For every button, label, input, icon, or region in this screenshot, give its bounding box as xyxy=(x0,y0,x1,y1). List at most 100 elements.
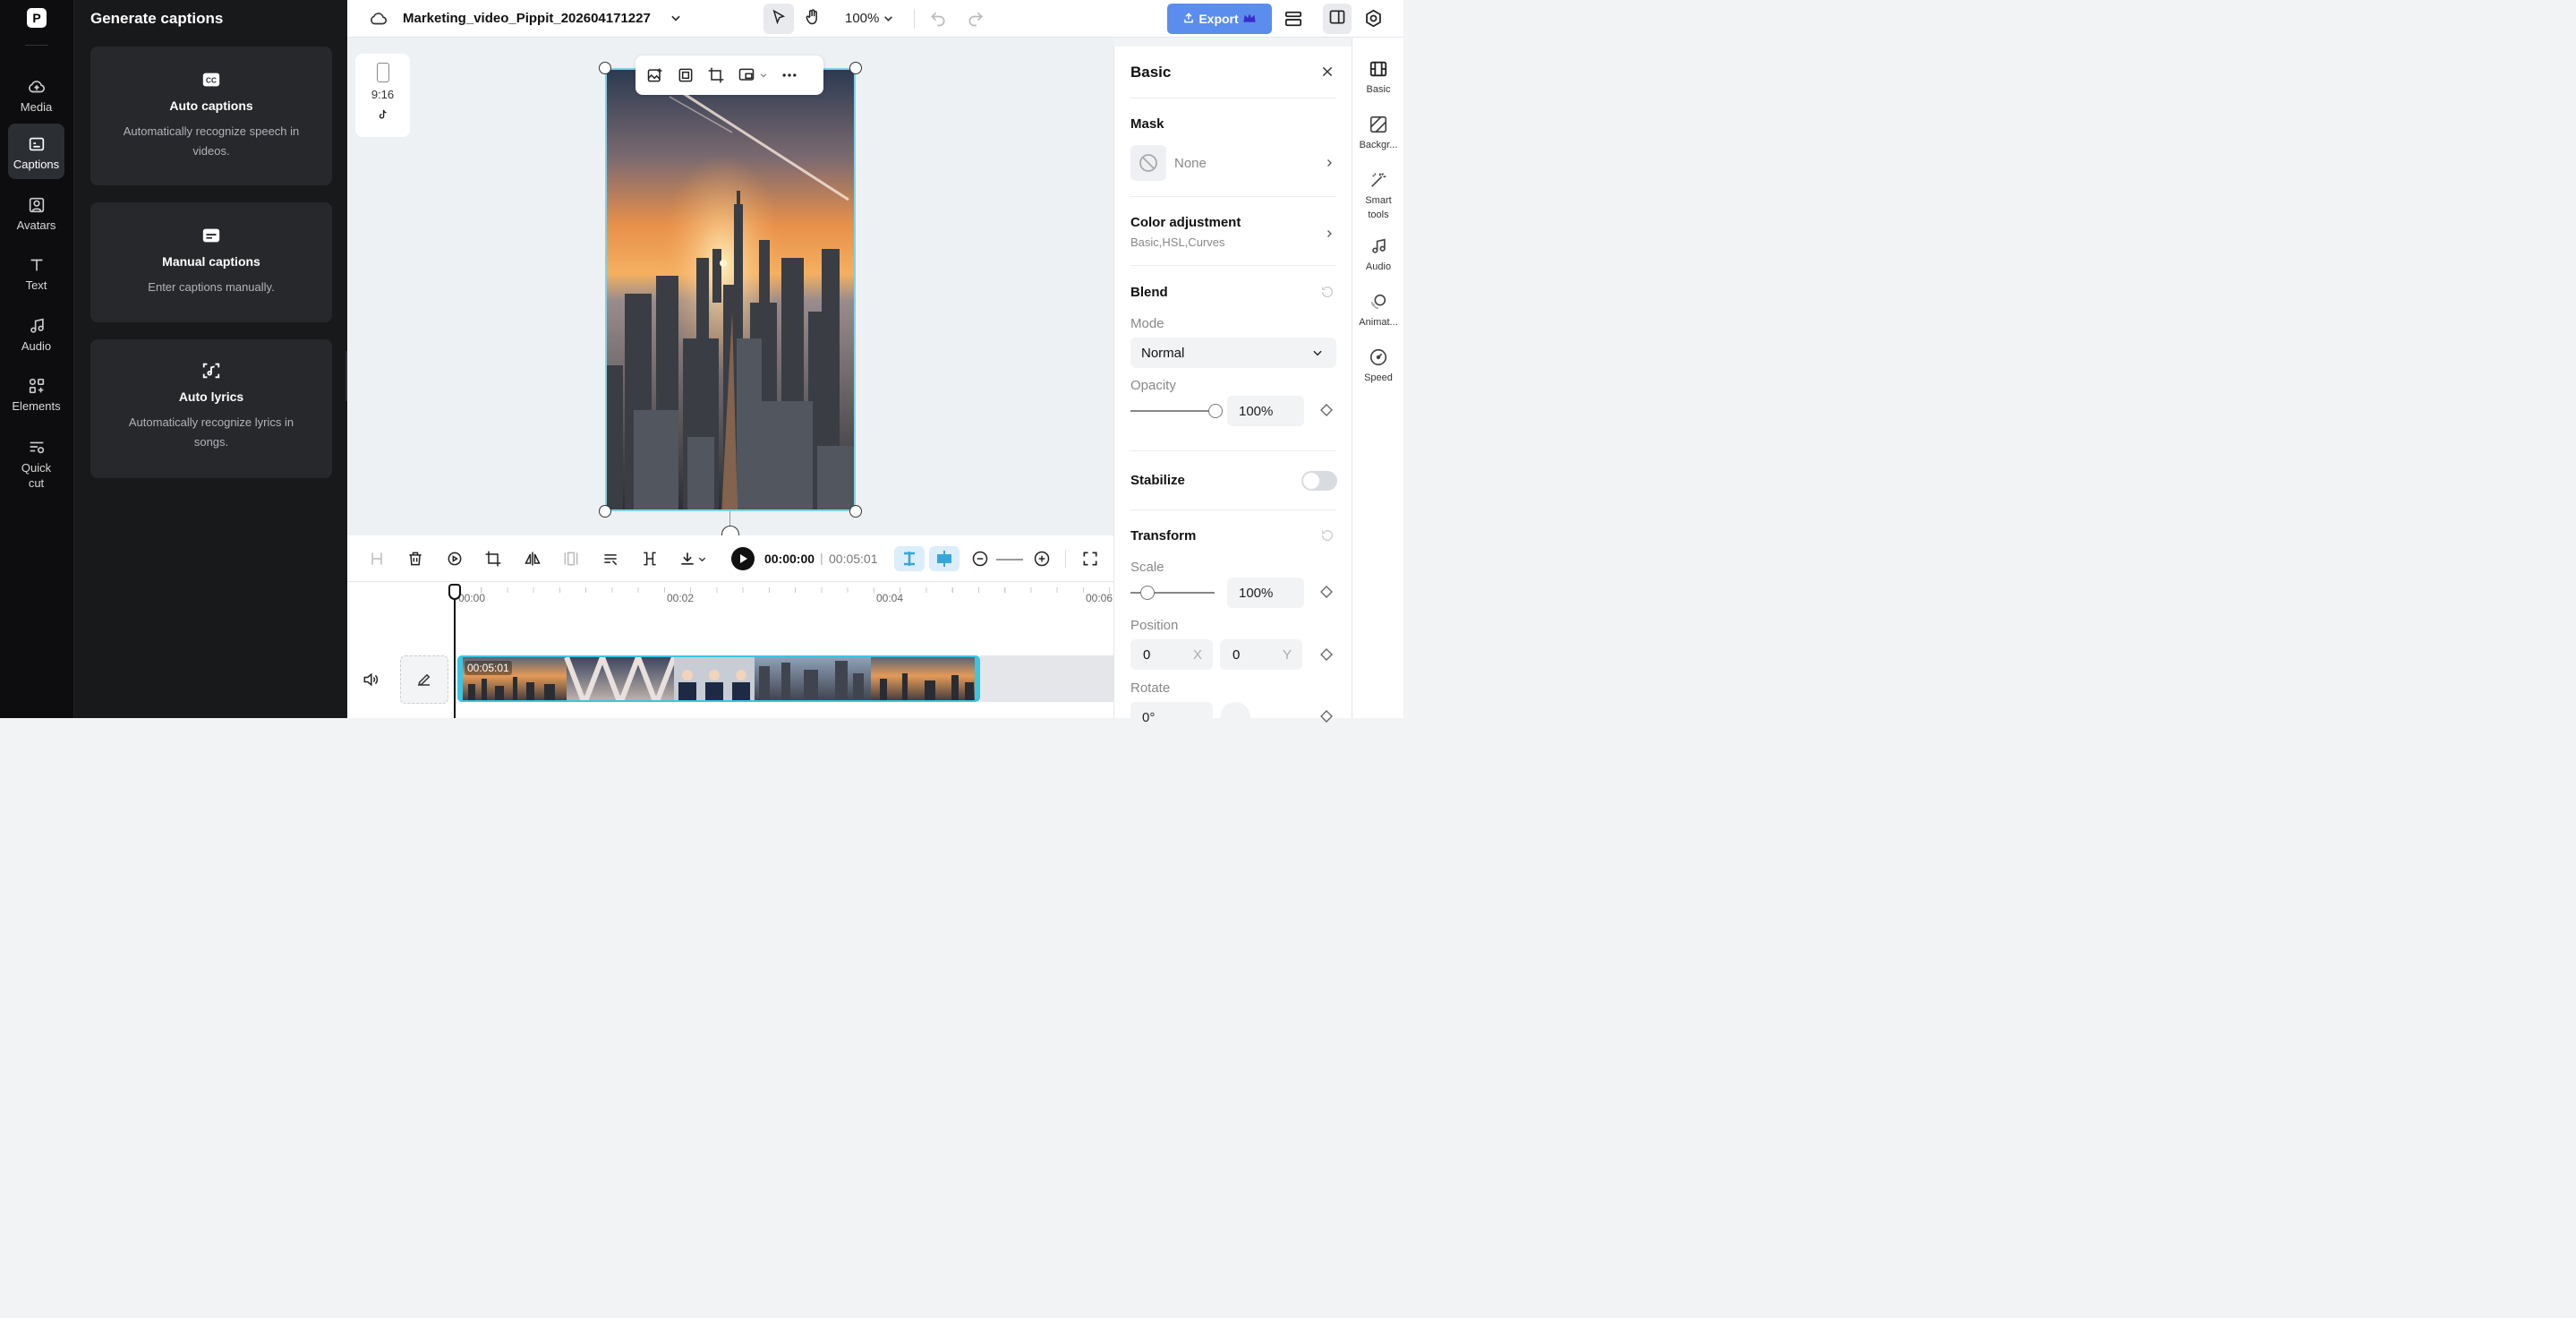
play-button[interactable] xyxy=(731,547,755,570)
delete-icon[interactable] xyxy=(405,549,425,569)
tab-background[interactable]: Backgr... xyxy=(1352,115,1404,152)
zoom-out-icon[interactable] xyxy=(970,549,990,569)
resize-handle-bottom-left[interactable] xyxy=(599,505,611,518)
tab-animation[interactable]: Animat... xyxy=(1352,292,1404,330)
chevron-right-icon[interactable] xyxy=(1324,157,1335,174)
reset-icon[interactable] xyxy=(1320,528,1335,547)
total-time: 00:05:01 xyxy=(829,552,878,566)
tab-smart-tools[interactable]: Smart tools xyxy=(1352,170,1404,222)
tab-audio[interactable]: Audio xyxy=(1352,236,1404,274)
layers-icon[interactable] xyxy=(1284,10,1303,32)
rotate-handle[interactable] xyxy=(721,526,739,535)
chevron-right-icon[interactable] xyxy=(1324,227,1335,244)
keyframe-icon[interactable] xyxy=(1319,585,1334,603)
playhead[interactable] xyxy=(454,584,456,718)
flip-icon[interactable] xyxy=(523,549,542,569)
aspect-ratio-selector[interactable]: 9:16 xyxy=(355,54,410,137)
tab-basic[interactable]: Basic xyxy=(1352,59,1404,97)
rotate-dial[interactable] xyxy=(1220,702,1250,732)
export-button[interactable]: Export xyxy=(1167,4,1272,34)
download-icon[interactable] xyxy=(678,549,697,569)
reset-icon[interactable] xyxy=(1320,285,1335,304)
stabilize-toggle[interactable] xyxy=(1301,471,1337,491)
position-y-input[interactable]: 0 Y xyxy=(1220,639,1302,670)
quick-cut-icon xyxy=(27,437,47,457)
export-label: Export xyxy=(1198,12,1239,26)
mask-none-thumbnail[interactable] xyxy=(1130,145,1166,181)
fullscreen-icon[interactable] xyxy=(1080,549,1100,569)
rail-item-media[interactable]: Media xyxy=(8,66,64,122)
scale-slider-knob[interactable] xyxy=(1140,586,1155,600)
time-separator: | xyxy=(820,551,823,565)
keyframe-icon[interactable] xyxy=(1319,403,1334,422)
clip-trim-handle-left[interactable] xyxy=(459,657,463,700)
trim-icon[interactable] xyxy=(640,549,660,569)
manual-captions-card[interactable]: Manual captions Enter captions manually. xyxy=(90,202,332,322)
close-icon[interactable] xyxy=(1320,64,1335,83)
timeline-ruler[interactable] xyxy=(455,582,1113,595)
chevron-down-icon[interactable] xyxy=(696,549,707,569)
picture-in-picture-icon[interactable] xyxy=(738,66,755,84)
empty-track-area[interactable] xyxy=(980,655,1113,702)
video-preview[interactable] xyxy=(605,68,856,511)
resize-handle-top-right[interactable] xyxy=(849,62,862,74)
rail-item-text[interactable]: Text xyxy=(8,244,64,300)
zoom-in-icon[interactable] xyxy=(1032,549,1052,569)
fit-frame-icon[interactable] xyxy=(677,66,695,84)
speed-ramp-icon[interactable] xyxy=(445,549,465,569)
resize-handle-top-left[interactable] xyxy=(599,62,611,74)
hand-tool-button[interactable] xyxy=(798,4,828,34)
settings-icon[interactable] xyxy=(1364,9,1383,32)
rail-item-elements[interactable]: Elements xyxy=(8,365,64,421)
keyframe-icon[interactable] xyxy=(1319,709,1334,728)
auto-lyrics-card[interactable]: Auto lyrics Automatically recognize lyri… xyxy=(90,339,332,478)
magnet-snap-button[interactable] xyxy=(894,546,925,571)
position-x-input[interactable]: 0 X xyxy=(1130,639,1213,670)
video-clip[interactable]: 00:05:01 xyxy=(457,655,980,702)
split-icon[interactable] xyxy=(367,549,387,569)
project-filename[interactable]: Marketing_video_Pippit_202604171227 xyxy=(403,11,651,26)
playhead-handle[interactable] xyxy=(448,584,461,600)
mask-value[interactable]: None xyxy=(1174,156,1207,171)
color-adjustment-label[interactable]: Color adjustment xyxy=(1130,215,1241,230)
resize-handle-bottom-right[interactable] xyxy=(849,505,862,518)
opacity-slider[interactable] xyxy=(1130,410,1215,412)
rotate-input[interactable]: 0° xyxy=(1130,702,1213,732)
zoom-level[interactable]: 100% xyxy=(845,11,879,26)
edit-cover-button[interactable] xyxy=(400,655,448,704)
opacity-label: Opacity xyxy=(1130,378,1176,393)
rail-item-audio[interactable]: Audio xyxy=(8,305,64,361)
select-tool-button[interactable] xyxy=(763,4,794,34)
toggle-panel-button[interactable] xyxy=(1323,4,1352,34)
adjust-icon[interactable] xyxy=(601,549,620,569)
chevron-down-icon[interactable] xyxy=(759,66,768,84)
opacity-slider-knob[interactable] xyxy=(1208,404,1223,418)
opacity-input[interactable]: 100% xyxy=(1227,396,1304,426)
keyframe-icon[interactable] xyxy=(1319,647,1334,666)
split-snap-button[interactable] xyxy=(929,546,960,571)
rail-item-captions[interactable]: Captions xyxy=(8,124,64,179)
chevron-down-icon[interactable] xyxy=(670,12,682,29)
scale-input[interactable]: 100% xyxy=(1227,578,1304,608)
cloud-sync-icon[interactable] xyxy=(369,9,388,33)
crop-icon[interactable] xyxy=(707,66,725,84)
undo-icon[interactable] xyxy=(929,10,947,32)
clip-trim-handle-right[interactable] xyxy=(975,657,978,700)
freeze-frame-icon[interactable] xyxy=(561,549,581,569)
more-options-icon[interactable] xyxy=(780,66,798,84)
rail-item-quick-cut[interactable]: Quick cut xyxy=(8,426,64,491)
rail-item-avatars[interactable]: Avatars xyxy=(8,184,64,240)
timeline-zoom-slider[interactable] xyxy=(996,559,1023,561)
auto-captions-card[interactable]: CC Auto captions Automatically recognize… xyxy=(90,47,332,185)
app-logo[interactable]: P xyxy=(27,8,47,28)
replace-image-icon[interactable] xyxy=(646,66,664,84)
redo-icon[interactable] xyxy=(967,10,985,32)
tab-speed[interactable]: Speed xyxy=(1352,347,1404,385)
blend-mode-select[interactable]: Normal xyxy=(1130,338,1336,368)
position-label: Position xyxy=(1130,618,1179,633)
background-icon xyxy=(1369,115,1388,134)
track-volume-icon[interactable] xyxy=(362,671,380,693)
crop-icon[interactable] xyxy=(483,549,503,569)
color-adjustment-sub: Basic,HSL,Curves xyxy=(1130,235,1225,249)
zoom-chevron-icon[interactable] xyxy=(883,13,894,29)
